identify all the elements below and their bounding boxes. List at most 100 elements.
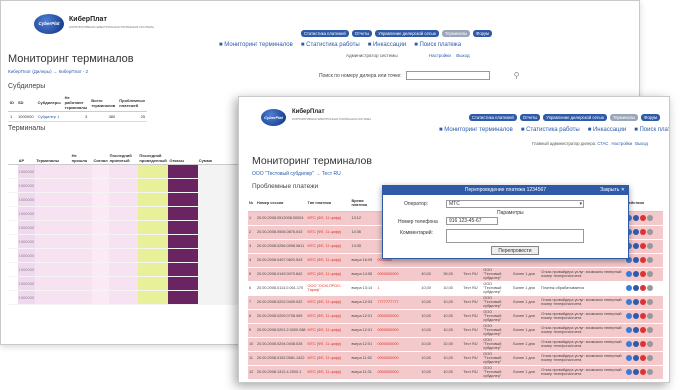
link-work-stats[interactable]: Статистика работы [301, 42, 360, 48]
refresh-icon[interactable] [632, 355, 639, 361]
delete-icon[interactable] [639, 313, 646, 319]
nav-dealer-network[interactable]: Управление дилерской сетью [375, 30, 439, 37]
link-payment-search[interactable]: Поиск платежа [414, 42, 461, 48]
delete-icon[interactable] [639, 327, 646, 333]
info-icon[interactable] [646, 285, 653, 291]
nav-dealer-network[interactable]: Управление дилерской сетью [543, 114, 607, 121]
table-row[interactable]: 1000000 [8, 164, 248, 179]
delete-icon[interactable] [639, 229, 646, 235]
close-button[interactable]: Закрыть ✕ [600, 186, 625, 195]
operator-select[interactable]: МТС ▾ [446, 200, 584, 208]
info-icon[interactable] [646, 243, 653, 249]
subdealer-link[interactable]: Субдилер 1 [35, 111, 63, 122]
arrow-icon[interactable] [625, 355, 632, 361]
nav-forum[interactable]: Форум [473, 30, 492, 37]
cell[interactable] [8, 262, 18, 277]
nav-reports[interactable]: Отчеты [519, 114, 541, 121]
nav-payment-stats[interactable]: Статистика платежей [301, 30, 349, 37]
info-icon[interactable] [646, 215, 653, 221]
info-icon[interactable] [646, 229, 653, 235]
cell[interactable] [8, 164, 18, 179]
table-row[interactable]: 1000000 [8, 206, 248, 221]
search-icon[interactable]: ⚲ [514, 71, 520, 80]
refresh-icon[interactable] [632, 271, 639, 277]
info-icon[interactable] [646, 327, 653, 333]
nav-reports[interactable]: Отчеты [351, 30, 373, 37]
admin-name[interactable]: СТАС [597, 141, 608, 146]
refresh-icon[interactable] [632, 313, 639, 319]
link-collections[interactable]: Инкассации [368, 42, 406, 48]
refresh-icon[interactable] [632, 285, 639, 291]
delete-icon[interactable] [639, 299, 646, 305]
table-row[interactable]: 1000000 [8, 220, 248, 235]
table-row[interactable]: 1000000 [8, 248, 248, 263]
comment-textarea[interactable] [446, 229, 584, 243]
refresh-icon[interactable] [632, 215, 639, 221]
info-icon[interactable] [646, 271, 653, 277]
exit-link[interactable]: Выход [635, 141, 648, 146]
refresh-icon[interactable] [632, 243, 639, 249]
cell[interactable] [8, 248, 18, 263]
info-icon[interactable] [646, 369, 653, 375]
refresh-icon[interactable] [632, 299, 639, 305]
table-row[interactable]: 5 20.00.2008.0149.0070.842 МТС (ФЛ, 11 циф… [248, 267, 663, 282]
link-monitoring[interactable]: Мониторинг терминалов [439, 127, 513, 133]
arrow-icon[interactable] [625, 327, 632, 333]
info-icon[interactable] [646, 257, 653, 263]
cell[interactable] [8, 206, 18, 221]
refresh-icon[interactable] [632, 229, 639, 235]
table-row[interactable]: 1 1000000 Субдилер 1 3 380 25 [8, 111, 148, 122]
info-icon[interactable] [646, 341, 653, 347]
cell[interactable] [8, 220, 18, 235]
delete-icon[interactable] [639, 215, 646, 221]
arrow-icon[interactable] [625, 341, 632, 347]
table-row[interactable]: 1000000 [8, 234, 248, 249]
arrow-icon[interactable] [625, 271, 632, 277]
delete-icon[interactable] [639, 341, 646, 347]
settings-link[interactable]: Настройки [429, 53, 451, 58]
table-row[interactable]: 8 20.00.2008.0209.0708.069 МТС (ФЛ, 11 циф… [248, 309, 663, 324]
breadcrumb[interactable]: КиберПлат (Дилеры) → КиберПлат - 2 [8, 69, 88, 74]
delete-icon[interactable] [639, 355, 646, 361]
arrow-icon[interactable] [625, 313, 632, 319]
info-icon[interactable] [646, 313, 653, 319]
link-work-stats[interactable]: Статистика работы [521, 127, 580, 133]
nav-terminals[interactable]: Терминалы [609, 114, 639, 121]
delete-icon[interactable] [639, 285, 646, 291]
arrow-icon[interactable] [625, 369, 632, 375]
arrow-icon[interactable] [625, 299, 632, 305]
table-row[interactable]: 1000000 [8, 178, 248, 193]
nav-payment-stats[interactable]: Статистика платежей [469, 114, 517, 121]
col-select[interactable] [8, 148, 18, 165]
table-row[interactable]: 6 20.00.2008.0114.0.061.170 ООО "ОСМ-ПРОО-… [248, 281, 663, 296]
table-row[interactable]: 1000000 [8, 276, 248, 291]
cell[interactable] [8, 276, 18, 291]
refresh-icon[interactable] [632, 327, 639, 333]
table-row[interactable]: 12 20.00.2008.1312.4.2000.1 МТС (ФЛ, 11 ци… [248, 365, 663, 380]
exit-link[interactable]: Выход [456, 53, 469, 58]
reprocess-button[interactable]: Перепровести [491, 246, 539, 255]
table-row[interactable]: 1000000 [8, 192, 248, 207]
info-icon[interactable] [646, 355, 653, 361]
settings-link[interactable]: Настройки [612, 141, 633, 146]
table-row[interactable]: 1000000 [8, 262, 248, 277]
delete-icon[interactable] [639, 369, 646, 375]
refresh-icon[interactable] [632, 257, 639, 263]
delete-icon[interactable] [639, 243, 646, 249]
nav-terminals[interactable]: Терминалы [441, 30, 471, 37]
search-input[interactable] [405, 71, 490, 80]
delete-icon[interactable] [639, 257, 646, 263]
breadcrumb[interactable]: ООО "Тестовый субдилер" → Тест RU [252, 171, 341, 177]
info-icon[interactable] [646, 299, 653, 305]
cell[interactable] [8, 234, 18, 249]
cell[interactable] [8, 290, 18, 305]
table-row[interactable]: 11 20.00.2008.0152.0581.1422 МТС (ФЛ, 11 ц… [248, 351, 663, 366]
table-row[interactable]: 1000000 [8, 290, 248, 305]
cyberplat-logo[interactable]: CyberPlat [34, 14, 64, 34]
phone-input[interactable]: 916 123-45-67 [446, 217, 498, 225]
delete-icon[interactable] [639, 271, 646, 277]
table-row[interactable]: 9 20.00.2008.0201.2.0000.088 МТС (ФЛ, 11 ц… [248, 323, 663, 338]
table-row[interactable]: 10 20.00.2008.0204.0408.028 МТС (ФЛ, 11 ци… [248, 337, 663, 352]
table-row[interactable]: 7 20.00.2008.0202.0409.022 МТС (ФЛ, 11 циф… [248, 295, 663, 310]
cyberplat-logo[interactable]: CyberPlat [261, 109, 286, 126]
